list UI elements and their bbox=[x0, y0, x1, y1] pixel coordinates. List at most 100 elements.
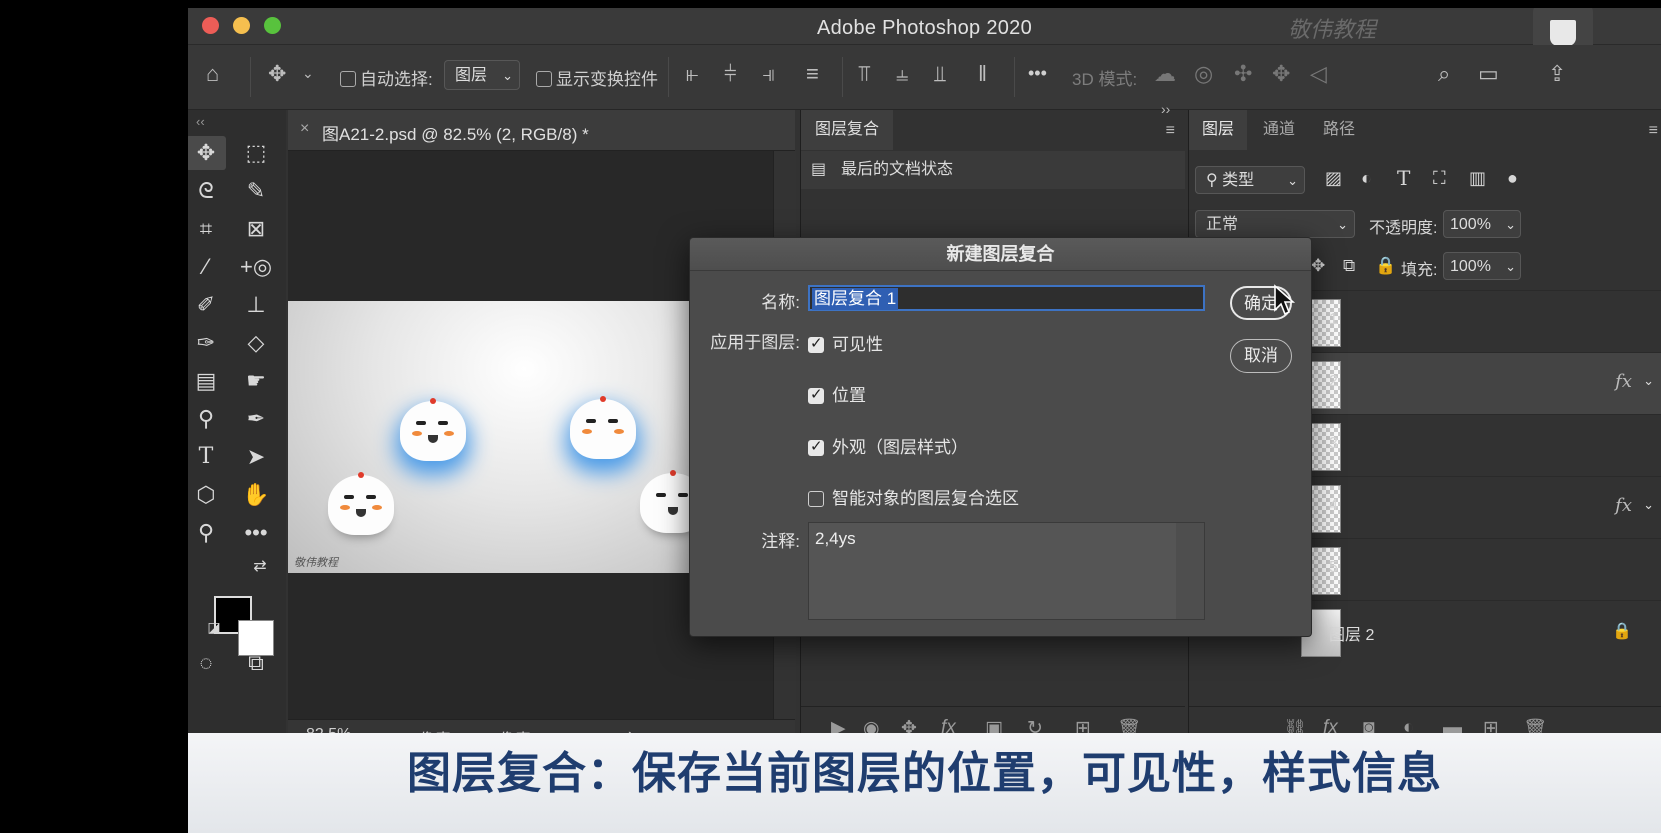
more-options-button[interactable]: ••• bbox=[1028, 63, 1047, 84]
more-tools-icon[interactable]: ••• bbox=[236, 516, 276, 550]
stamp-tool-icon[interactable]: ⊥ bbox=[236, 288, 276, 322]
hand-tool-icon[interactable]: ✋ bbox=[236, 478, 276, 512]
show-transform-checkbox[interactable]: 显示变换控件 bbox=[536, 65, 658, 90]
eraser-tool-icon[interactable]: ◇ bbox=[236, 326, 276, 360]
align-middle-icon[interactable]: ⫨ bbox=[896, 61, 908, 87]
textarea-scrollbar[interactable] bbox=[1176, 523, 1204, 619]
workspace-icon[interactable]: ▭ bbox=[1478, 61, 1499, 87]
screen-mode-icon[interactable]: ⧉ bbox=[236, 646, 276, 680]
eyedropper-tool-icon[interactable]: ⁄ bbox=[188, 250, 226, 284]
lock-artboard-icon[interactable]: ⧉ bbox=[1343, 256, 1355, 276]
panel-menu-icon[interactable]: ≡ bbox=[1166, 122, 1175, 140]
brush-tool-icon[interactable]: ✐ bbox=[188, 288, 226, 322]
align-bottom-icon[interactable]: ⫫ bbox=[934, 61, 946, 87]
visibility-checkbox[interactable]: 可见性 bbox=[808, 330, 883, 355]
shape-tool-icon[interactable]: ⬡ bbox=[188, 478, 226, 512]
last-document-state-row[interactable]: ▤ 最后的文档状态 bbox=[801, 151, 1185, 189]
fill-field[interactable]: 100% ⌄ bbox=[1443, 252, 1521, 280]
tab-layer-comps[interactable]: 图层复合 bbox=[801, 110, 893, 150]
gradient-tool-icon[interactable]: ▤ bbox=[188, 364, 226, 398]
quick-mask-icon[interactable]: ◌ bbox=[188, 646, 226, 680]
blend-mode-value: 正常 bbox=[1206, 216, 1239, 233]
type-filter-icon[interactable]: T bbox=[1397, 166, 1410, 190]
align-right-icon[interactable]: ⫣ bbox=[762, 61, 775, 87]
align-center-icon[interactable]: ⫩ bbox=[724, 61, 737, 87]
path-select-tool-icon[interactable]: ➤ bbox=[236, 440, 276, 474]
type-tool-icon[interactable]: T bbox=[188, 440, 226, 474]
expand-icon[interactable]: ›› bbox=[1161, 101, 1170, 117]
3d-orbit-icon[interactable]: ☁ bbox=[1154, 61, 1176, 87]
align-top-icon[interactable]: ⫪ bbox=[858, 61, 870, 87]
comment-textarea[interactable]: 2,4ys bbox=[808, 522, 1205, 620]
lock-position-icon[interactable]: ✥ bbox=[1311, 256, 1325, 276]
chevron-down-icon[interactable]: ⌄ bbox=[302, 65, 314, 82]
close-icon[interactable]: × bbox=[300, 120, 309, 138]
search-icon[interactable]: ⌕ bbox=[1438, 61, 1450, 87]
crop-tool-icon[interactable]: ⌗ bbox=[188, 212, 226, 246]
position-checkbox[interactable]: 位置 bbox=[808, 381, 866, 406]
distribute-vertical-icon[interactable]: ‖ bbox=[978, 61, 987, 87]
filter-toggle-icon[interactable]: ● bbox=[1507, 168, 1518, 189]
appearance-checkbox[interactable]: 外观（图层样式） bbox=[808, 433, 968, 458]
smudge-tool-icon[interactable]: ☛ bbox=[236, 364, 276, 398]
search-icon: ⚲ bbox=[1206, 172, 1218, 189]
move-tool-icon[interactable]: ✥ bbox=[188, 136, 226, 170]
layer-filter-dropdown[interactable]: ⚲ 类型 ⌄ bbox=[1195, 166, 1305, 194]
chevron-down-icon: ⌄ bbox=[1337, 217, 1348, 232]
adjustment-filter-icon[interactable]: ◐ bbox=[1361, 168, 1372, 189]
fx-icon[interactable]: fx bbox=[1615, 495, 1632, 516]
home-icon[interactable]: ⌂ bbox=[206, 61, 219, 87]
quick-select-tool-icon[interactable]: ✎ bbox=[236, 174, 276, 208]
filter-label: 类型 bbox=[1222, 172, 1255, 189]
lasso-tool-icon[interactable]: ᘓ bbox=[188, 174, 226, 208]
3d-pan-icon[interactable]: ✣ bbox=[1234, 61, 1252, 87]
blend-mode-dropdown[interactable]: 正常 ⌄ bbox=[1195, 210, 1355, 238]
opacity-field[interactable]: 100% ⌄ bbox=[1443, 210, 1521, 238]
dodge-tool-icon[interactable]: ⚲ bbox=[188, 402, 226, 436]
tab-paths[interactable]: 路径 bbox=[1309, 110, 1369, 150]
title-bar: Adobe Photoshop 2020 敬伟教程 bbox=[188, 8, 1661, 60]
pen-tool-icon[interactable]: ✒ bbox=[236, 402, 276, 436]
healing-tool-icon[interactable]: +◎ bbox=[236, 250, 276, 284]
comment-label: 注释: bbox=[761, 532, 800, 551]
default-colors-icon[interactable]: ◪ bbox=[194, 610, 234, 644]
opacity-label: 不透明度: bbox=[1369, 220, 1438, 237]
tab-channels[interactable]: 通道 bbox=[1249, 110, 1309, 150]
chevron-down-icon: ⌄ bbox=[1287, 173, 1298, 188]
caption-text: 图层复合：保存当前图层的位置，可见性，样式信息 bbox=[407, 749, 1442, 798]
zoom-tool-icon[interactable]: ⚲ bbox=[188, 516, 226, 550]
fx-icon[interactable]: fx bbox=[1615, 371, 1632, 392]
auto-select-dropdown[interactable]: 图层 ⌄ bbox=[444, 60, 520, 90]
smart-object-comp-checkbox[interactable]: 智能对象的图层复合选区 bbox=[808, 484, 1019, 509]
chevron-down-icon[interactable]: ⌄ bbox=[1643, 373, 1654, 389]
3d-roll-icon[interactable]: ◎ bbox=[1194, 61, 1213, 87]
history-brush-icon[interactable]: ✑ bbox=[188, 326, 226, 360]
chevron-down-icon[interactable]: ⌄ bbox=[1643, 497, 1654, 513]
move-tool-icon[interactable]: ✥ bbox=[268, 61, 286, 87]
checkbox-checked-icon bbox=[808, 334, 824, 353]
panel-menu-icon[interactable]: ≡ bbox=[1649, 122, 1658, 140]
share-icon[interactable]: ⇪ bbox=[1548, 61, 1566, 87]
distribute-icon[interactable]: ≡ bbox=[806, 61, 819, 87]
name-input[interactable]: 图层复合 1 bbox=[808, 285, 1205, 311]
frame-tool-icon[interactable]: ⊠ bbox=[236, 212, 276, 246]
new-layer-comp-dialog: 新建图层复合 名称: 图层复合 1 应用于图层: 可见性 位置 外观（图层样式）… bbox=[689, 237, 1312, 637]
lock-all-icon[interactable]: 🔒 bbox=[1375, 256, 1396, 276]
canvas-image[interactable]: 敬伟教程 bbox=[288, 301, 718, 573]
3d-camera-icon[interactable]: ◁ bbox=[1310, 61, 1327, 87]
pixel-filter-icon[interactable]: ▨ bbox=[1325, 168, 1342, 189]
cancel-button[interactable]: 取消 bbox=[1230, 339, 1292, 373]
swap-colors-icon[interactable]: ⇄ bbox=[240, 550, 280, 584]
shape-filter-icon[interactable]: ⛶ bbox=[1433, 168, 1446, 189]
name-value: 图层复合 1 bbox=[812, 288, 899, 310]
marquee-tool-icon[interactable]: ⬚ bbox=[236, 136, 276, 170]
tab-layers[interactable]: 图层 bbox=[1189, 110, 1247, 150]
document-tab[interactable]: × 图A21-2.psd @ 82.5% (2, RGB/8) * bbox=[288, 110, 795, 151]
layer-name: 5 bbox=[1329, 559, 1338, 576]
chevron-down-icon: ⌄ bbox=[1505, 259, 1516, 274]
align-left-icon[interactable]: ⫦ bbox=[686, 61, 698, 87]
collapse-icon[interactable]: ‹‹ bbox=[188, 110, 286, 134]
auto-select-checkbox[interactable]: 自动选择: bbox=[340, 65, 433, 90]
smart-object-filter-icon[interactable]: ▥ bbox=[1469, 168, 1486, 189]
3d-slide-icon[interactable]: ✥ bbox=[1272, 61, 1290, 87]
